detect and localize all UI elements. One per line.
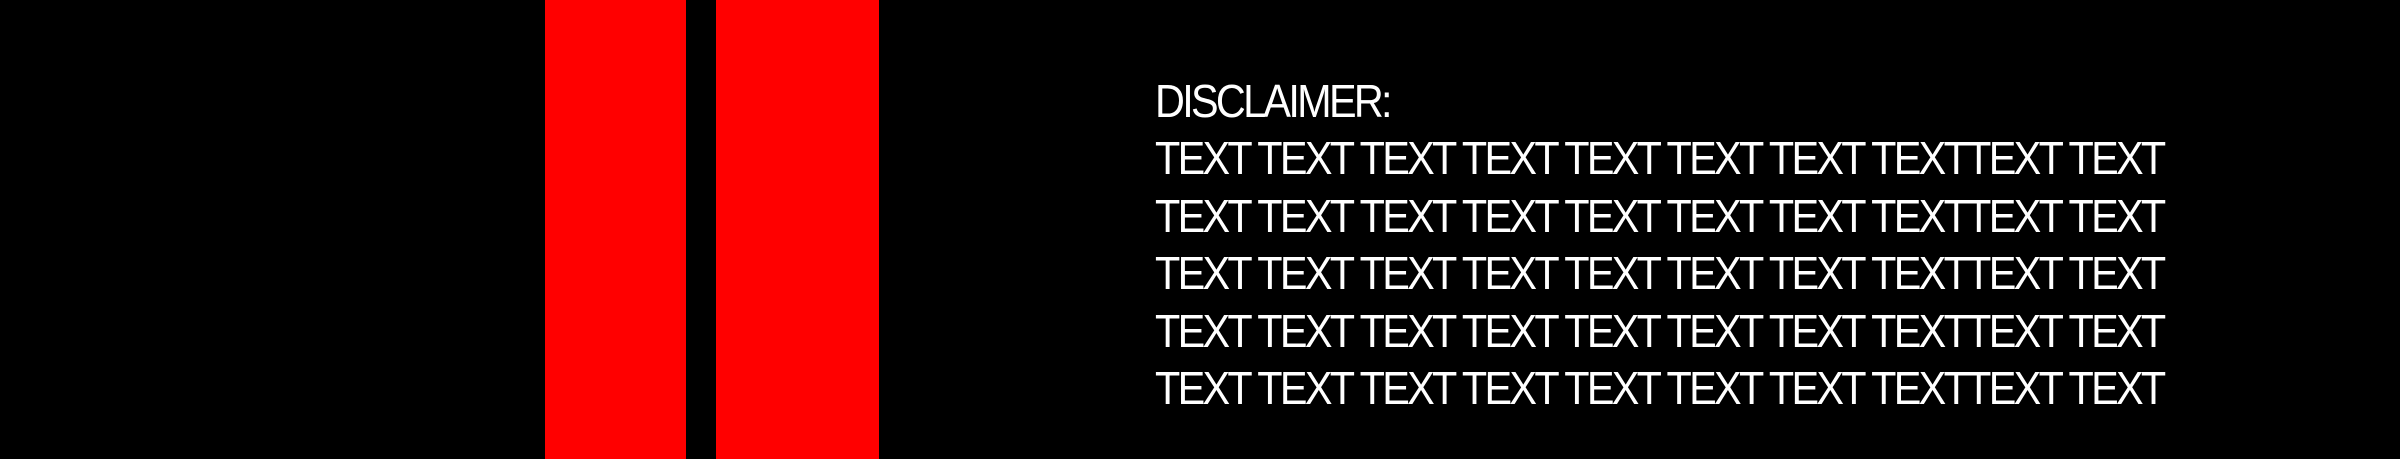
disclaimer-banner: DISCLAIMER: TEXT TEXT TEXT TEXT TEXT TEX… bbox=[0, 0, 2400, 459]
red-stripe-left bbox=[545, 0, 686, 459]
disclaimer-line: TEXT TEXT TEXT TEXT TEXT TEXT TEXT TEXTT… bbox=[1155, 189, 2166, 242]
red-stripe-right bbox=[716, 0, 879, 459]
disclaimer-heading: DISCLAIMER: bbox=[1155, 75, 1393, 127]
disclaimer-line: TEXT TEXT TEXT TEXT TEXT TEXT TEXT TEXTT… bbox=[1155, 247, 2166, 299]
disclaimer-line: TEXT TEXT TEXT TEXT TEXT TEXT TEXT TEXTT… bbox=[1155, 362, 2166, 414]
disclaimer-line: TEXT TEXT TEXT TEXT TEXT TEXT TEXT TEXTT… bbox=[1155, 132, 2166, 184]
disclaimer-line: TEXT TEXT TEXT TEXT TEXT TEXT TEXT TEXTT… bbox=[1155, 304, 2166, 357]
disclaimer-text-block: DISCLAIMER: TEXT TEXT TEXT TEXT TEXT TEX… bbox=[1155, 73, 2235, 418]
